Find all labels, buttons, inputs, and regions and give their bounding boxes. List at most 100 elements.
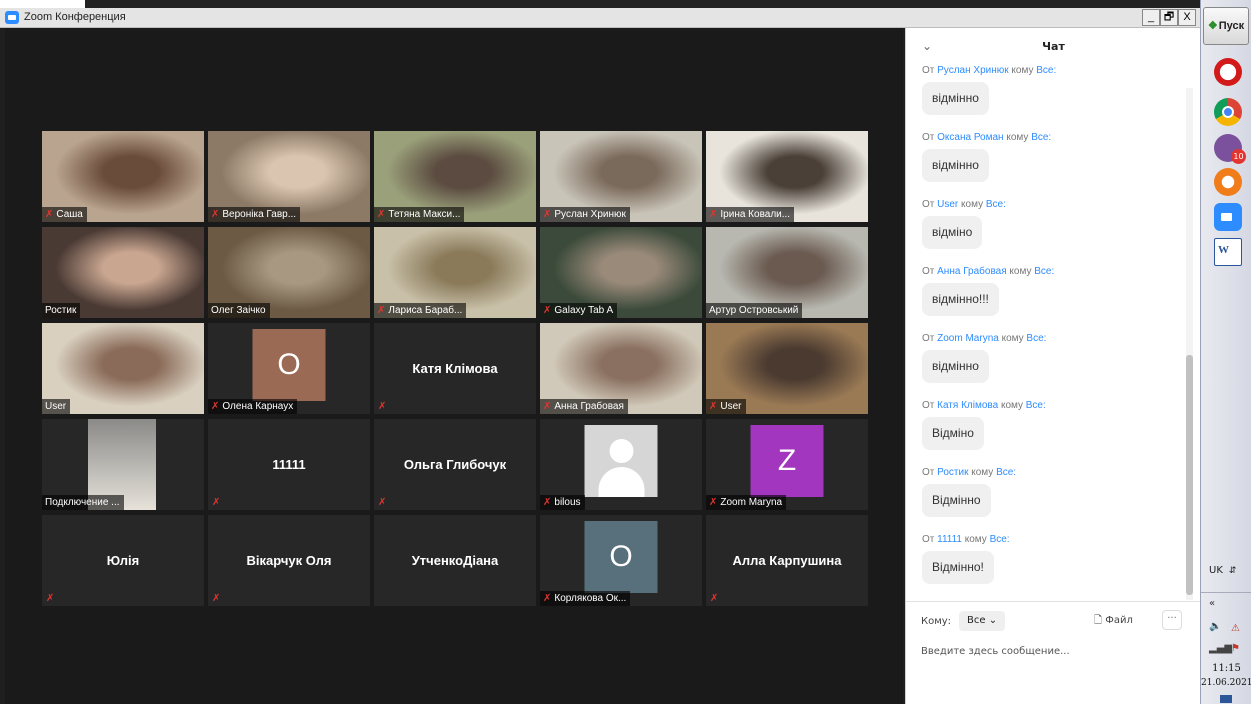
close-button[interactable]: X (1178, 9, 1196, 26)
participant-name: Анна Грабовая (554, 401, 624, 412)
message-meta: От Руслан Хринюк кому Все: (922, 65, 1056, 76)
minimize-button[interactable]: _ (1142, 9, 1160, 26)
participant-name-label: ✗ bilous (540, 495, 585, 510)
participant-name-label: ✗ Вероніка Гавр... (208, 207, 301, 222)
muted-mic-icon: ✗ (211, 401, 220, 412)
clock-time[interactable]: 11:15 (1201, 663, 1251, 674)
participant-name-label: ✗ Galaxy Tab A (540, 303, 618, 318)
participant-tile[interactable]: ✗ Вероніка Гавр... (208, 131, 370, 222)
participant-tile[interactable]: Артур Островський (706, 227, 868, 318)
participant-tile[interactable]: ✗ Ірина Ковали... (706, 131, 868, 222)
muted-mic-icon: ✗ (45, 209, 54, 220)
recipient-name: Все: (1036, 65, 1057, 76)
participant-tile[interactable]: ✗ User (706, 323, 868, 414)
participant-tile[interactable]: ✗ Руслан Хринюк (540, 131, 702, 222)
participant-tile[interactable]: Подключение ... (42, 419, 204, 510)
participant-name-label: User (42, 399, 71, 414)
participant-name-label: ✗ Олена Карнаух (208, 399, 298, 414)
participant-name: 11111 (272, 457, 306, 472)
chrome-icon[interactable] (1214, 98, 1242, 126)
title-bar[interactable]: Zoom Конференция _ 🗗 X (0, 8, 1200, 28)
participant-tile[interactable]: Юлія ✗ (42, 515, 204, 606)
show-desktop-icon[interactable] (1220, 695, 1232, 703)
chat-message-list[interactable]: От Руслан Хринюк кому Все: відмінно От Окс… (906, 65, 1186, 601)
chat-scrollbar[interactable] (1186, 88, 1193, 600)
viber-icon[interactable]: 10 (1214, 134, 1246, 164)
alert-icon[interactable]: ⚠ (1231, 623, 1240, 634)
chat-composer: Кому: Все ⌄ 🗋 Файл ··· (906, 601, 1201, 704)
participant-tile[interactable]: ✗ Саша (42, 131, 204, 222)
network-icon[interactable]: ▂▄▆ (1209, 643, 1232, 654)
keyboard-icon: ⇵ (1228, 566, 1237, 576)
participant-tile[interactable]: O ✗ Корлякова Ок... (540, 515, 702, 606)
start-label: Пуск (1218, 20, 1245, 32)
avatar-head (609, 439, 634, 463)
opera-icon[interactable] (1214, 58, 1242, 86)
from-word: От (922, 467, 938, 478)
recipient-select[interactable]: Все ⌄ (959, 611, 1006, 631)
message-bubble: відмінно (922, 82, 989, 115)
sender-name[interactable]: Оксана Роман (937, 132, 1003, 143)
participant-name-label: ✗ Корлякова Ок... (540, 591, 631, 606)
word-glyph: W (1218, 244, 1229, 256)
sender-name[interactable]: Катя Клімова (937, 400, 998, 411)
recipient-name: Все: (989, 534, 1010, 545)
participant-name: Олена Карнаух (222, 401, 294, 412)
clock-date[interactable]: 21.06.2021 (1201, 678, 1251, 688)
word-icon[interactable]: W (1214, 238, 1242, 266)
start-button[interactable]: ❖Пуск (1203, 7, 1249, 45)
background-band (85, 0, 1200, 8)
muted-mic-icon: ✗ (543, 401, 552, 412)
participant-tile[interactable]: Z ✗ Zoom Maryna (706, 419, 868, 510)
from-word: От (922, 65, 938, 76)
volume-icon[interactable]: 🔈 (1209, 621, 1221, 632)
more-options-button[interactable]: ··· (1162, 610, 1182, 630)
sender-name[interactable]: User (937, 199, 958, 210)
from-word: От (922, 400, 938, 411)
participant-tile[interactable]: ✗ Лариса Бараб... (374, 227, 536, 318)
participant-tile[interactable]: 11111 ✗ (208, 419, 370, 510)
participant-tile[interactable]: Алла Карпушина ✗ (706, 515, 868, 606)
file-icon: 🗋 (1094, 615, 1103, 626)
restore-button[interactable]: 🗗 (1160, 9, 1178, 26)
participant-tile[interactable]: Олег Заічко (208, 227, 370, 318)
recipient-name: Все: (996, 467, 1017, 478)
participant-tile[interactable]: УтченкоДіана (374, 515, 536, 606)
sender-name[interactable]: 11111 (937, 534, 962, 545)
participant-name: Лариса Бараб... (388, 305, 463, 316)
browser-e-icon[interactable] (1214, 168, 1242, 196)
message-input[interactable] (921, 642, 1181, 660)
sender-name[interactable]: Анна Грабовая (937, 266, 1007, 277)
sender-name[interactable]: Zoom Maryna (937, 333, 999, 344)
participant-name-label: ✗ Лариса Бараб... (374, 303, 467, 318)
from-word: От (922, 534, 938, 545)
to-word: кому (1003, 132, 1032, 143)
scrollbar-thumb[interactable] (1186, 355, 1193, 595)
participant-tile[interactable]: ✗ bilous (540, 419, 702, 510)
participant-tile[interactable]: Ольга Глибочук ✗ (374, 419, 536, 510)
participant-name: Ростик (45, 305, 77, 316)
avatar: O (584, 521, 658, 593)
participant-tile[interactable]: Вікарчук Оля ✗ (208, 515, 370, 606)
recipient-name: Все: (1034, 266, 1055, 277)
participant-tile[interactable]: ✗ Galaxy Tab A (540, 227, 702, 318)
participant-name: bilous (554, 497, 581, 508)
muted-mic-icon: ✗ (211, 209, 220, 220)
participant-tile[interactable]: O ✗ Олена Карнаух (208, 323, 370, 414)
to-word: кому (968, 467, 997, 478)
zoom-icon[interactable] (1214, 203, 1242, 231)
flag-icon[interactable]: ⚑ (1231, 643, 1240, 654)
participant-name-label: ✗ User (706, 399, 746, 414)
participant-tile[interactable]: Ростик (42, 227, 204, 318)
language-indicator[interactable]: UK ⇵ (1209, 565, 1236, 576)
sender-name[interactable]: Ростик (937, 467, 968, 478)
participant-tile[interactable]: ✗ Анна Грабовая (540, 323, 702, 414)
participant-tile[interactable]: Катя Клімова ✗ (374, 323, 536, 414)
participant-tile[interactable]: ✗ Тетяна Макси... (374, 131, 536, 222)
sender-name[interactable]: Руслан Хринюк (937, 65, 1008, 76)
file-button[interactable]: 🗋 Файл (1094, 613, 1133, 630)
show-hidden-icons-icon[interactable]: « (1209, 598, 1215, 609)
participant-tile[interactable]: User (42, 323, 204, 414)
muted-mic-icon: ✗ (709, 401, 718, 412)
participant-name: Олег Заічко (211, 305, 266, 316)
